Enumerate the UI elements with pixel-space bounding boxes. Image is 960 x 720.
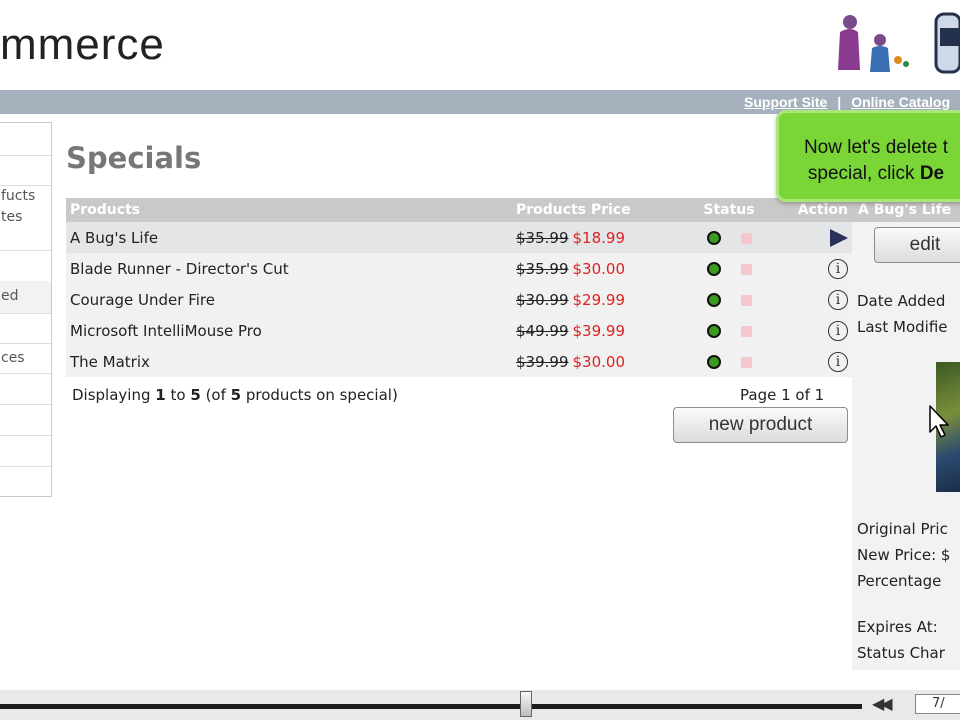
action-cell: i [774,253,852,284]
video-player-bar: ◀◀ 7/ [0,690,960,720]
product-name: Microsoft IntelliMouse Pro [66,315,512,346]
status-active-icon [706,293,721,307]
sidebar-item[interactable] [0,374,51,405]
table-row-selected[interactable]: A Bug's Life $35.99 $18.99 [66,222,852,253]
old-price: $35.99 [516,259,569,278]
price-cell: $35.99 $18.99 [512,222,684,253]
status-active-icon [706,355,721,369]
seek-handle[interactable] [520,691,532,717]
product-name: Blade Runner - Director's Cut [66,253,512,284]
percentage-label: Percentage [857,572,942,590]
original-price-label: Original Pric [857,520,948,538]
sidebar-item[interactable] [0,436,51,467]
product-name: A Bug's Life [66,222,512,253]
support-site-link[interactable]: Support Site [744,94,827,110]
selected-arrow-icon [830,228,848,247]
status-active-icon [706,262,721,276]
action-cell: i [774,346,852,377]
action-cell [774,222,852,253]
column-header-products: Products [66,198,512,222]
callout-line2-bold: De [919,163,945,184]
sidebar-item[interactable] [0,314,51,344]
sidebar-item-selected[interactable]: ed [0,281,51,314]
page-count: Page 1 of 1 [740,386,825,404]
table-row[interactable]: The Matrix $39.99 $30.00 i [66,346,852,377]
column-header-price: Products Price [512,198,684,222]
special-price: $39.99 [572,321,626,340]
status-cell [684,284,774,315]
status-inactive-icon[interactable] [740,263,752,275]
product-name: Courage Under Fire [66,284,512,315]
old-price: $39.99 [516,352,569,371]
sidebar-item-products[interactable]: fucts [0,186,51,207]
status-cell [684,253,774,284]
callout-line2: special, click [807,163,915,184]
status-inactive-icon[interactable] [740,356,752,368]
special-price: $30.00 [572,352,626,371]
page-title: Specials [66,141,202,175]
special-price: $29.99 [572,290,626,309]
old-price: $35.99 [516,228,569,247]
column-header-status: Status [684,198,774,222]
old-price: $30.99 [516,290,569,309]
logo-text: mmerce [0,20,165,69]
old-price: $49.99 [516,321,569,340]
table-row[interactable]: Microsoft IntelliMouse Pro $49.99 $39.99 … [66,315,852,346]
online-catalog-link[interactable]: Online Catalog [851,94,950,110]
link-separator: | [837,94,842,110]
table-row[interactable]: Courage Under Fire $30.99 $29.99 i [66,284,852,315]
sidebar-item[interactable] [0,123,51,156]
expires-at-label: Expires At: [857,618,938,636]
special-price: $18.99 [572,228,626,247]
info-icon[interactable]: i [828,351,848,372]
status-cell [684,346,774,377]
info-icon[interactable]: i [828,320,848,341]
price-cell: $39.99 $30.00 [512,346,684,377]
specials-table: Products Products Price Status Action A … [66,198,852,377]
price-cell: $30.99 $29.99 [512,284,684,315]
rewind-button[interactable]: ◀◀ [872,694,893,713]
status-active-icon [706,324,721,338]
sidebar-item-prices[interactable]: ces [0,344,51,374]
header-illustration [838,12,960,74]
status-active-icon [706,231,721,245]
info-box: edit Date Added Last Modifie Original Pr… [852,222,960,670]
time-display: 7/ [915,694,960,714]
tutorial-callout: Now let's delete t special, click De [776,110,960,202]
date-added-label: Date Added [857,292,946,310]
new-price-label: New Price: $ [857,546,951,564]
sidebar-item[interactable] [0,156,51,186]
sidebar-item[interactable] [0,405,51,436]
edit-button[interactable]: edit [874,227,960,263]
status-cell [684,222,774,253]
product-name: The Matrix [66,346,512,377]
mouse-cursor-icon [929,405,949,438]
price-cell: $49.99 $39.99 [512,315,684,346]
sidebar-item[interactable] [0,251,51,281]
action-cell: i [774,284,852,315]
status-cell [684,315,774,346]
last-modified-label: Last Modifie [857,318,948,336]
status-inactive-icon[interactable] [740,325,752,337]
action-cell: i [774,315,852,346]
sidebar-menu: fucts tes ed ces [0,122,52,497]
price-cell: $35.99 $30.00 [512,253,684,284]
status-inactive-icon[interactable] [740,294,752,306]
sidebar-item-rates[interactable]: tes [0,207,51,251]
info-icon[interactable]: i [828,258,848,279]
seek-track[interactable] [0,704,862,709]
displaying-count: Displaying 1 to 5 (of 5 products on spec… [72,386,398,404]
table-row[interactable]: Blade Runner - Director's Cut $35.99 $30.… [66,253,852,284]
info-icon[interactable]: i [828,289,848,310]
status-change-label: Status Char [857,644,945,662]
callout-line1: Now let's delete t [803,137,949,158]
new-product-button[interactable]: new product [673,407,848,443]
status-inactive-icon[interactable] [740,232,752,244]
special-price: $30.00 [572,259,626,278]
